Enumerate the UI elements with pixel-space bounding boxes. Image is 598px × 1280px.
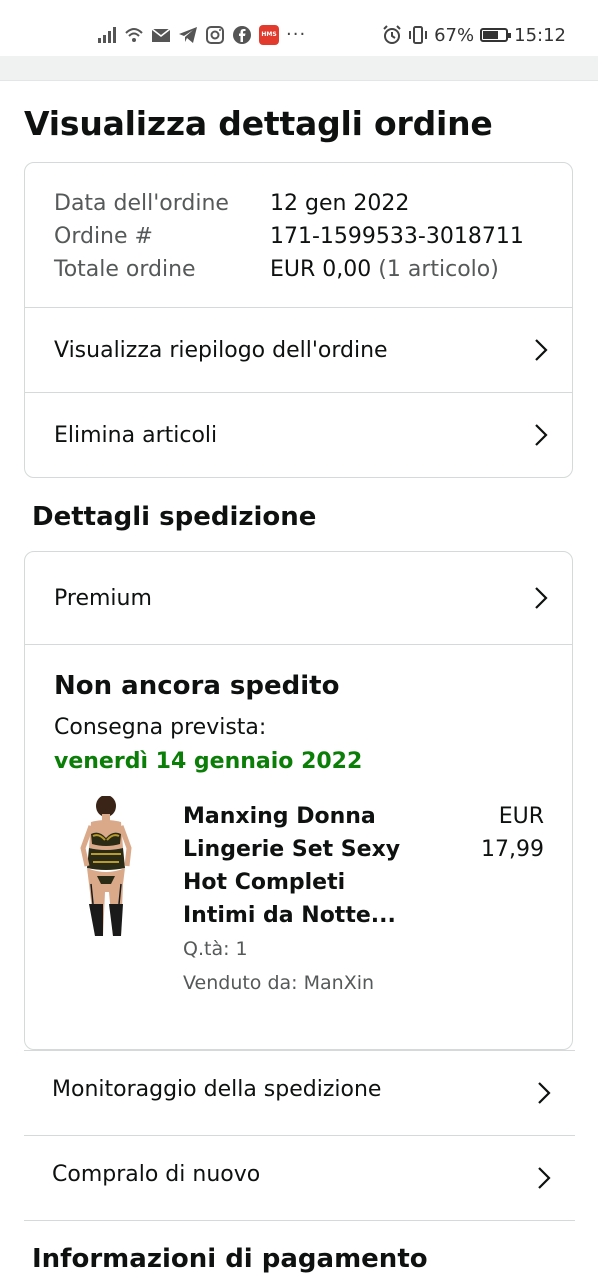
product-title-line: Intimi da Notte...: [183, 903, 396, 928]
expected-delivery-label: Consegna prevista:: [54, 715, 267, 740]
vibrate-icon: [409, 26, 428, 44]
hms-app-icon: HMS: [259, 25, 279, 45]
order-total-value: EUR 0,00 (1 articolo): [270, 253, 499, 286]
battery-percent: 67%: [434, 24, 475, 46]
price-currency: EUR: [498, 804, 544, 829]
order-number-value: 171-1599533-3018711: [270, 224, 524, 249]
product-image[interactable]: [73, 796, 143, 940]
product-quantity: Q.tà: 1: [183, 938, 248, 960]
instagram-icon: [206, 26, 224, 44]
track-shipment-link[interactable]: Monitoraggio della spedizione: [24, 1050, 575, 1135]
top-divider-band: [0, 56, 598, 81]
shipping-method-link[interactable]: Premium: [25, 552, 572, 644]
payment-info-title: Informazioni di pagamento: [32, 1244, 428, 1274]
divider: [24, 1220, 575, 1221]
product-price: EUR 17,99: [444, 800, 544, 866]
order-total-amount: EUR 0,00: [270, 257, 372, 282]
chevron-right-icon: [538, 1082, 551, 1104]
status-bar-system: 67% 15:12: [382, 22, 566, 48]
product-title-line: Hot Completi: [183, 870, 346, 895]
shipping-details-title: Dettagli spedizione: [32, 502, 317, 532]
more-notifications-icon: ···: [286, 24, 307, 45]
order-summary-card: Data dell'ordine 12 gen 2022 Ordine # 17…: [24, 162, 573, 478]
order-summary: Data dell'ordine 12 gen 2022 Ordine # 17…: [54, 187, 524, 286]
battery-icon: [480, 28, 512, 42]
order-total-row: Totale ordine EUR 0,00 (1 articolo): [54, 253, 524, 286]
alarm-icon: [383, 25, 401, 44]
buy-again-link[interactable]: Compralo di nuovo: [24, 1135, 575, 1220]
clock: 15:12: [514, 24, 566, 46]
status-bar: HMS ··· 67% 15:12: [0, 0, 598, 56]
shipping-method-label: Premium: [54, 585, 152, 611]
order-date-label: Data dell'ordine: [54, 191, 229, 216]
chevron-right-icon: [538, 1167, 551, 1189]
price-amount: 17,99: [481, 837, 544, 862]
signal-icon: [98, 27, 116, 43]
order-number-label: Ordine #: [54, 224, 153, 249]
chevron-right-icon: [535, 424, 548, 446]
order-total-label: Totale ordine: [54, 257, 196, 282]
facebook-icon: [233, 26, 251, 44]
status-bar-notifications: HMS ···: [97, 22, 306, 48]
track-shipment-label: Monitoraggio della spedizione: [52, 1077, 382, 1102]
expected-delivery-date: venerdì 14 gennaio 2022: [54, 749, 363, 774]
product-seller: Venduto da: ManXin: [183, 972, 375, 994]
shipment-status: Non ancora spedito: [54, 671, 340, 701]
wifi-icon: [125, 28, 143, 42]
shipping-card: Premium Non ancora spedito Consegna prev…: [24, 551, 573, 1050]
order-date-row: Data dell'ordine 12 gen 2022: [54, 187, 524, 220]
mail-icon: [151, 28, 171, 42]
product-title-line: Manxing Donna: [183, 804, 376, 829]
delete-items-label: Elimina articoli: [54, 422, 218, 448]
buy-again-label: Compralo di nuovo: [52, 1162, 261, 1187]
page-title: Visualizza dettagli ordine: [24, 104, 493, 143]
order-date-value: 12 gen 2022: [270, 191, 410, 216]
view-order-summary-link[interactable]: Visualizza riepilogo dell'ordine: [25, 308, 572, 392]
chevron-right-icon: [535, 587, 548, 609]
telegram-icon: [179, 27, 197, 43]
delete-items-link[interactable]: Elimina articoli: [25, 393, 572, 477]
divider: [25, 644, 572, 645]
view-order-summary-label: Visualizza riepilogo dell'ordine: [54, 337, 388, 363]
order-number-row: Ordine # 171-1599533-3018711: [54, 220, 524, 253]
order-item-count: (1 articolo): [378, 257, 499, 282]
product-title[interactable]: Manxing Donna Lingerie Set Sexy Hot Comp…: [183, 800, 413, 932]
product-title-line: Lingerie Set Sexy: [183, 837, 401, 862]
chevron-right-icon: [535, 339, 548, 361]
